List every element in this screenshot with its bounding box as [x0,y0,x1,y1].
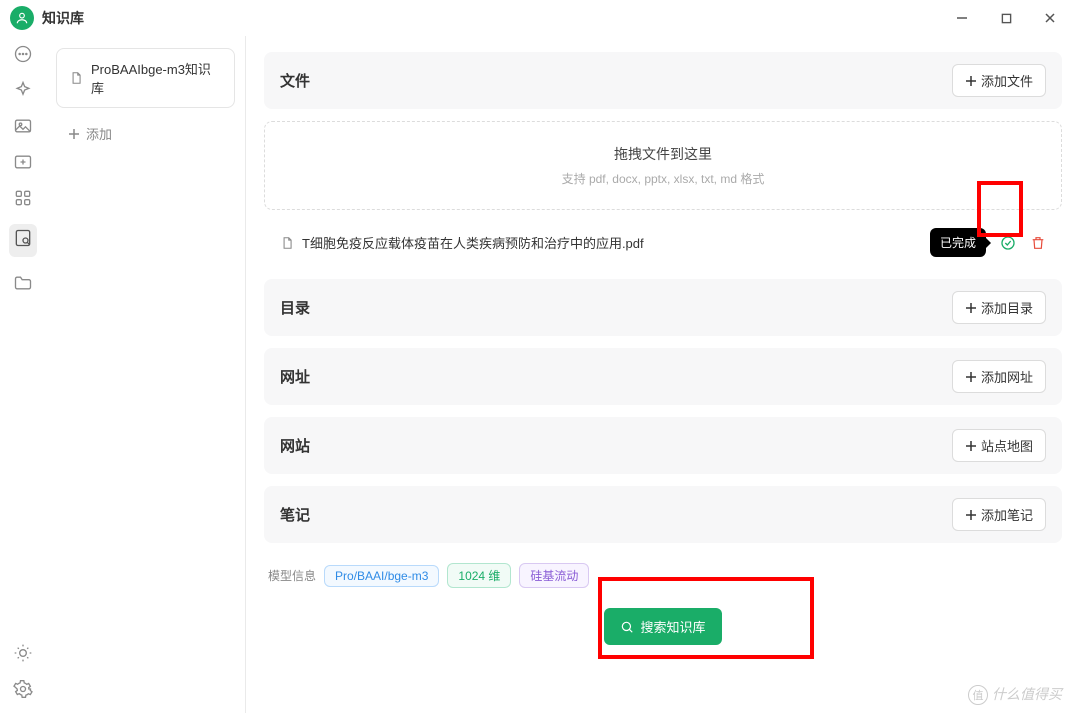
section-sites: 网站 站点地图 [264,417,1062,474]
model-name-tag: Pro/BAAI/bge-m3 [324,565,439,587]
dropzone-title: 拖拽文件到这里 [287,144,1039,164]
section-urls-title: 网址 [280,366,310,387]
folder-icon[interactable] [13,273,33,293]
section-files-title: 文件 [280,70,310,91]
chat-icon[interactable] [13,44,33,64]
section-dirs: 目录 添加目录 [264,279,1062,336]
section-urls: 网址 添加网址 [264,348,1062,405]
kb-add-label: 添加 [86,124,112,143]
document-icon [69,71,83,85]
section-notes: 笔记 添加笔记 [264,486,1062,543]
add-note-button[interactable]: 添加笔记 [952,498,1046,531]
plus-icon [965,509,977,521]
image-icon[interactable] [13,116,33,136]
plus-icon [965,302,977,314]
kb-sidebar: ProBAAIbge-m3知识库 添加 [46,36,246,713]
sparkle-icon[interactable] [13,80,33,100]
theme-icon[interactable] [13,643,33,663]
file-row[interactable]: T细胞免疫反应载体疫苗在人类疾病预防和治疗中的应用.pdf 已完成 [264,218,1062,267]
success-icon [1000,235,1016,251]
settings-icon[interactable] [13,679,33,699]
model-info-row: 模型信息 Pro/BAAI/bge-m3 1024 维 硅基流动 [264,563,1062,588]
section-notes-title: 笔记 [280,504,310,525]
section-files: 文件 添加文件 [264,52,1062,109]
dropzone-subtitle: 支持 pdf, docx, pptx, xlsx, txt, md 格式 [287,170,1039,187]
kb-list-item[interactable]: ProBAAIbge-m3知识库 [56,48,235,108]
plus-icon [965,440,977,452]
apps-icon[interactable] [13,188,33,208]
knowledge-base-nav-icon[interactable] [9,224,37,257]
search-kb-button[interactable]: 搜索知识库 [604,608,721,645]
file-status-tooltip: 已完成 [930,228,986,257]
watermark: 值什么值得买 [968,684,1062,705]
delete-file-button[interactable] [1030,235,1046,251]
left-rail [0,36,46,713]
search-icon [620,620,634,634]
kb-add-button[interactable]: 添加 [56,114,235,153]
document-icon [280,236,294,250]
app-avatar-icon [10,6,34,30]
image-add-icon[interactable] [13,152,33,172]
plus-icon [68,128,80,140]
file-dropzone[interactable]: 拖拽文件到这里 支持 pdf, docx, pptx, xlsx, txt, m… [264,121,1062,210]
titlebar: 知识库 [0,0,1080,36]
model-dim-tag: 1024 维 [447,563,511,588]
plus-icon [965,75,977,87]
file-name: T细胞免疫反应载体疫苗在人类疾病预防和治疗中的应用.pdf [302,233,930,252]
section-sites-title: 网站 [280,435,310,456]
section-dirs-title: 目录 [280,297,310,318]
add-file-button[interactable]: 添加文件 [952,64,1046,97]
main-content: 文件 添加文件 拖拽文件到这里 支持 pdf, docx, pptx, xlsx… [246,36,1080,713]
model-provider-tag: 硅基流动 [519,563,589,588]
add-sitemap-button[interactable]: 站点地图 [952,429,1046,462]
window-minimize-button[interactable] [950,6,974,30]
kb-item-label: ProBAAIbge-m3知识库 [91,59,222,97]
add-url-button[interactable]: 添加网址 [952,360,1046,393]
window-maximize-button[interactable] [994,6,1018,30]
plus-icon [965,371,977,383]
model-info-label: 模型信息 [268,567,316,584]
app-title: 知识库 [42,8,84,28]
window-close-button[interactable] [1038,6,1062,30]
add-dir-button[interactable]: 添加目录 [952,291,1046,324]
